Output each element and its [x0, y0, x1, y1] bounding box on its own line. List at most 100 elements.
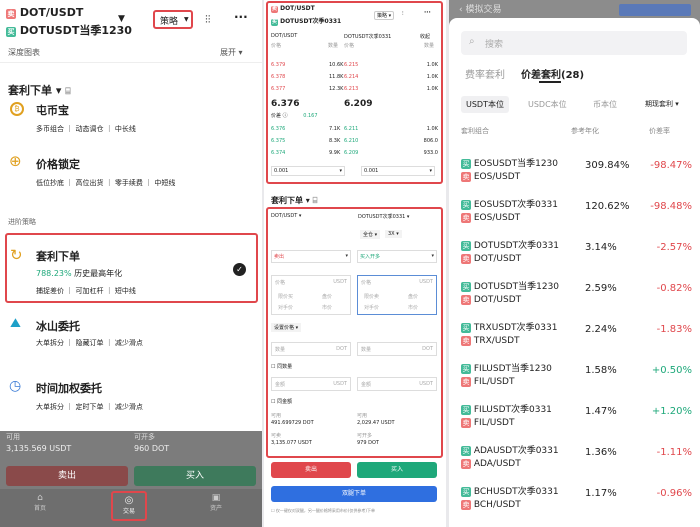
open-value: 960 DOT: [134, 444, 170, 453]
arb-table: 买 EOSUSDT当季1230 卖 EOS/USDT 309.84% -98.4…: [449, 152, 700, 521]
subtab-coin[interactable]: 币本位: [593, 99, 617, 110]
strategy-button[interactable]: 策略 ▾: [374, 11, 395, 20]
margin-mode-select[interactable]: 全仓 ▾: [360, 230, 381, 239]
tab-indicator: [539, 81, 561, 83]
depth-chart-label[interactable]: 深度图表: [8, 47, 40, 58]
same-amount-checkbox[interactable]: ☐ 同金额: [271, 398, 292, 405]
table-row[interactable]: 买 EOSUSDT次季0331 卖 EOS/USDT 120.62% -98.4…: [449, 193, 700, 234]
buy-button[interactable]: 买入: [357, 462, 437, 478]
side-select-a[interactable]: 卖出 ▾: [271, 250, 351, 263]
side-select-b[interactable]: 买入开多 ▾: [357, 250, 437, 263]
ob-col-a: DOT/USDT: [271, 33, 298, 39]
back-icon[interactable]: ‹ 模拟交易: [459, 2, 501, 15]
can-sell-a: 3,135.077 USDT: [271, 440, 312, 446]
top-action-button[interactable]: [619, 4, 691, 16]
ask-row[interactable]: 6.378 11.8K 6.214 1.0K: [271, 74, 438, 86]
qty-input-a[interactable]: 数量 DOT: [271, 342, 351, 356]
nav-assets[interactable]: ▣ 资产: [206, 493, 226, 512]
bid-row[interactable]: 6.376 7.1K 6.211 1.0K: [271, 126, 438, 138]
form-pair-a[interactable]: DOT/USDT ▾: [271, 213, 301, 219]
mid-price-b: 6.209: [344, 99, 373, 109]
iceberg-icon: ⛰: [10, 316, 21, 331]
ob-pair2[interactable]: 买 DOTUSDT次季0331: [271, 16, 341, 26]
amount-input-b[interactable]: 金额 USDT: [357, 377, 437, 391]
sell-button[interactable]: 卖出: [271, 462, 351, 478]
buy-button[interactable]: 买入: [134, 466, 256, 486]
search-input[interactable]: ⌕ 搜索: [461, 31, 687, 55]
col-header-spread: 价差率: [649, 127, 670, 135]
tab-funding-arb[interactable]: 费率套利: [465, 66, 505, 81]
arb-item-tags: 捕捉差价 ｜ 可加杠杆 ｜ 短中线: [36, 287, 136, 295]
check-icon: ✓: [233, 263, 246, 276]
price-input-b[interactable]: 价格 USDT 限价卖 盘价 对手价 市价: [357, 275, 437, 315]
bid-row[interactable]: 6.374 9.9K 6.209 933.0: [271, 150, 438, 162]
avail-b: 2,029.47 USDT: [357, 420, 395, 426]
twap-tags: 大单拆分 ｜ 定时下单 ｜ 减少滑点: [36, 403, 143, 411]
table-row[interactable]: 买 ADAUSDT次季0331 卖 ADA/USDT 1.36% -1.11%: [449, 439, 700, 480]
target-icon: ⊕: [9, 152, 22, 170]
quick-price-market[interactable]: 市价: [322, 304, 332, 311]
spread-readout: 价差 ⓘ 0.167: [271, 113, 318, 119]
more-icon[interactable]: ···: [234, 10, 248, 24]
same-qty-checkbox[interactable]: ☐ 同数量: [271, 363, 292, 370]
search-icon: ⌕: [469, 36, 475, 47]
price-input-a[interactable]: 价格 USDT 限价买 盘价 对手价 市价: [271, 275, 351, 315]
ob-pair1[interactable]: 卖 DOT/USDT: [271, 5, 315, 13]
mid-price-a: 6.376: [271, 99, 300, 109]
caret-down-icon[interactable]: ▼: [118, 14, 125, 24]
nav-trade[interactable]: ◎ 交易: [111, 491, 147, 521]
hodl-title[interactable]: 屯币宝: [36, 102, 69, 118]
subtab-usdt[interactable]: USDT本位: [461, 96, 509, 113]
expand-toggle[interactable]: 展开 ▾: [220, 47, 243, 58]
sell-button[interactable]: 卖出: [6, 466, 128, 486]
pair-secondary[interactable]: 买 DOTUSDT当季1230: [6, 22, 132, 38]
chevron-down-icon: ▼: [184, 16, 189, 23]
table-row[interactable]: 买 FILUSDT当季1230 卖 FIL/USDT 1.58% +0.50%: [449, 357, 700, 398]
quick-price-limit[interactable]: 限价买: [278, 293, 293, 300]
qty-input-b[interactable]: 数量 DOT: [357, 342, 437, 356]
strategy-button[interactable]: 策略 ▼: [153, 10, 193, 29]
iceberg-title[interactable]: 冰山委托: [36, 318, 80, 334]
more-icon[interactable]: ···: [424, 9, 431, 16]
trade-icon: ◎: [124, 495, 134, 506]
table-row[interactable]: 买 FILUSDT次季0331 卖 FIL/USDT 1.47% +1.20%: [449, 398, 700, 439]
subtab-futures-spot[interactable]: 期现套利 ▾: [645, 99, 679, 109]
set-price-select[interactable]: 设置价格 ▾: [271, 323, 302, 332]
depth-select-b[interactable]: 0.001 ▾: [361, 166, 435, 176]
hodl-tags: 多币组合 ｜ 动态调仓 ｜ 中长线: [36, 125, 136, 133]
avail-a: 491.699729 DOT: [271, 420, 314, 426]
twap-title[interactable]: 时间加权委托: [36, 380, 102, 396]
tab-spread-arb[interactable]: 价差套利(28): [521, 66, 584, 81]
arb-icon: ↻: [10, 246, 23, 264]
sell-tag: 卖: [461, 172, 471, 182]
price-lock-title[interactable]: 价格锁定: [36, 156, 80, 172]
ask-row[interactable]: 6.379 10.6K 6.215 1.0K: [271, 62, 438, 74]
quick-price-counter[interactable]: 对手价: [278, 304, 293, 311]
kline-icon[interactable]: ⫶: [402, 10, 404, 18]
amount-input-a[interactable]: 金额 USDT: [271, 377, 351, 391]
table-row[interactable]: 买 DOTUSDT次季0331 卖 DOT/USDT 3.14% -2.57%: [449, 234, 700, 275]
form-pair-b[interactable]: DOTUSDT次季0331 ▾: [358, 213, 409, 220]
table-row[interactable]: 买 DOTUSDT当季1230 卖 DOT/USDT 2.59% -0.82%: [449, 275, 700, 316]
arb-order-title: 套利下单 ▾ ⌸: [271, 196, 318, 205]
subtab-usdc[interactable]: USDC本位: [528, 99, 567, 110]
iceberg-tags: 大单拆分 ｜ 隐藏订单 ｜ 减少滑点: [36, 339, 143, 347]
table-row[interactable]: 买 BCHUSDT次季0331 卖 BCH/USDT 1.17% -0.96%: [449, 480, 700, 521]
book-icon: ⌸: [65, 87, 71, 97]
dual-leg-order-button[interactable]: 双腿下单: [271, 486, 437, 502]
kline-icon[interactable]: ⫶⫶: [205, 13, 211, 27]
table-row[interactable]: 买 EOSUSDT当季1230 卖 EOS/USDT 309.84% -98.4…: [449, 152, 700, 193]
depth-select-a[interactable]: 0.001 ▾: [271, 166, 345, 176]
quick-price-book[interactable]: 盘价: [322, 293, 332, 300]
open-label: 可开多: [134, 433, 155, 441]
leverage-select[interactable]: 3X ▾: [385, 230, 402, 238]
buy-tag: 买: [6, 27, 16, 37]
bids-list: 6.376 7.1K 6.211 1.0K 6.375 8.3K 6.210 806.0 6…: [271, 126, 438, 162]
pair-primary[interactable]: 卖 DOT/USDT: [6, 6, 83, 19]
ob-collapse[interactable]: 收起: [420, 33, 430, 40]
ask-row[interactable]: 6.377 12.3K 6.213 1.0K: [271, 86, 438, 98]
table-row[interactable]: 买 TRXUSDT次季0331 卖 TRX/USDT 2.24% -1.83%: [449, 316, 700, 357]
wallet-icon: ▣: [211, 493, 221, 503]
bid-row[interactable]: 6.375 8.3K 6.210 806.0: [271, 138, 438, 150]
nav-home[interactable]: ⌂ 首页: [30, 493, 50, 512]
